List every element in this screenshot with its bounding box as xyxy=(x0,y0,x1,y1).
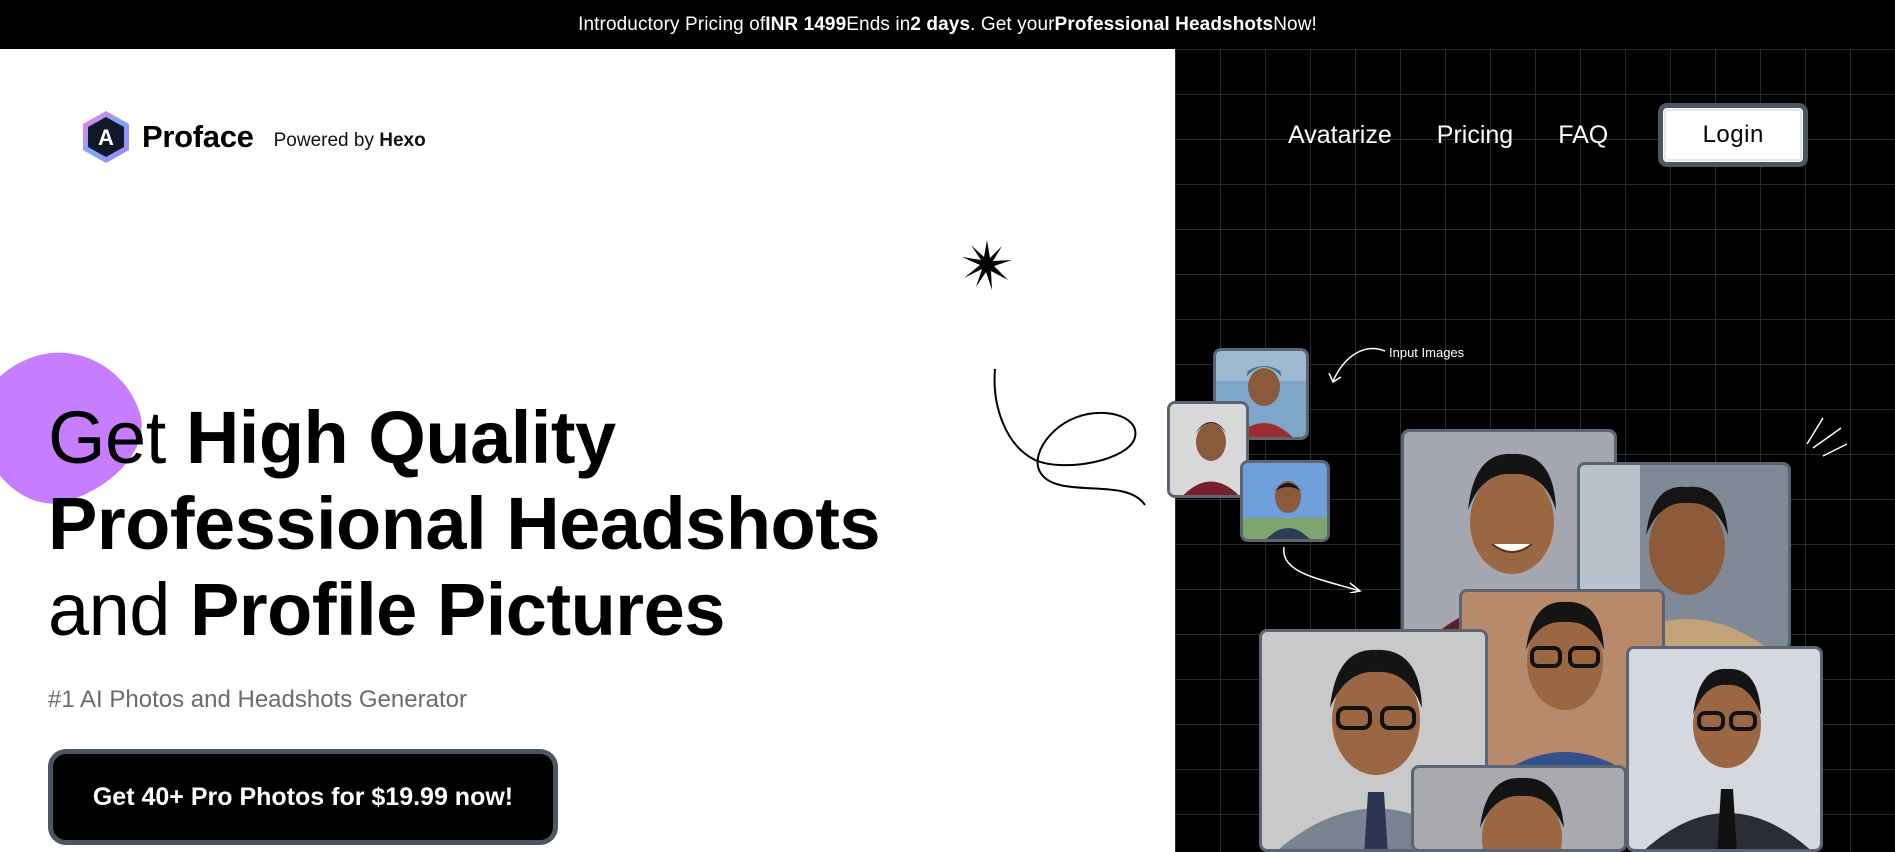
announcement-suffix: Now! xyxy=(1273,13,1317,35)
main-nav: Avatarize Pricing FAQ Login xyxy=(1288,103,1809,167)
input-photo-3 xyxy=(1240,460,1330,542)
headline-get: Get xyxy=(48,396,186,479)
nav-pricing[interactable]: Pricing xyxy=(1437,121,1513,150)
powered-name: Hexo xyxy=(379,130,426,151)
headline-line-2: Professional Headshots xyxy=(48,481,881,567)
announcement-price: INR 1499 xyxy=(765,13,847,35)
headline-professional-headshots: Professional Headshots xyxy=(48,482,881,565)
curved-arrow-down-icon xyxy=(1283,546,1362,593)
brand-name: Proface xyxy=(142,119,254,154)
headshot-5 xyxy=(1626,646,1823,852)
announcement-product: Professional Headshots xyxy=(1054,13,1274,35)
headline-profile-pictures: Profile Pictures xyxy=(190,568,725,651)
announcement-days: 2 days xyxy=(910,13,971,35)
announcement-middle: Ends in xyxy=(846,13,911,35)
headline-high-quality: High Quality xyxy=(185,396,616,479)
headline-line-3: and Profile Pictures xyxy=(48,567,880,653)
announcement-middle2: . Get your xyxy=(970,13,1055,35)
squiggle-decoration-icon xyxy=(993,368,1146,506)
powered-by: Powered by Hexo xyxy=(274,130,426,152)
headline-line-1: Get High Quality xyxy=(48,395,880,481)
logo-letter: A xyxy=(98,125,114,150)
announcement-prefix: Introductory Pricing of xyxy=(578,13,766,35)
hero-subheading: #1 AI Photos and Headshots Generator xyxy=(48,686,467,713)
nav-faq[interactable]: FAQ xyxy=(1558,121,1608,150)
get-pro-photos-button[interactable]: Get 40+ Pro Photos for $19.99 now! xyxy=(48,749,558,845)
powered-prefix: Powered by xyxy=(273,130,380,151)
sparkle-star-icon xyxy=(962,240,1012,290)
nav-avatarize[interactable]: Avatarize xyxy=(1288,121,1392,150)
hero-headline: Get High Quality Professional Headshots … xyxy=(48,395,881,653)
hexagon-logo-icon: A xyxy=(80,109,132,165)
input-images-label: Input Images xyxy=(1389,345,1465,360)
spark-lines-icon xyxy=(1806,417,1848,457)
headline-and: and xyxy=(48,568,191,651)
curved-arrow-icon xyxy=(1328,347,1386,384)
input-photo-2 xyxy=(1167,401,1249,498)
headshot-6 xyxy=(1411,765,1627,852)
brand-logo[interactable]: A Proface Powered by Hexo xyxy=(80,109,426,165)
login-button[interactable]: Login xyxy=(1658,103,1809,167)
announcement-bar: Introductory Pricing of INR 1499 Ends in… xyxy=(0,0,1895,49)
